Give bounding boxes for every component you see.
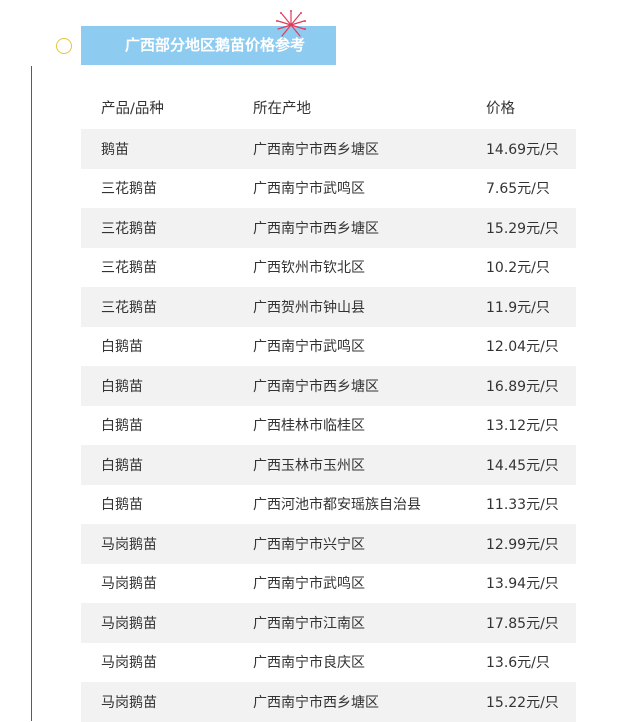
cell-product: 马岗鹅苗 [101,536,157,553]
cell-origin: 广西河池市都安瑶族自治县 [253,497,421,514]
table-row: 白鹅苗 广西玉林市玉州区 14.45元/只 [81,445,576,485]
table-row: 白鹅苗 广西南宁市西乡塘区 16.89元/只 [81,366,576,406]
table-row: 马岗鹅苗 广西南宁市兴宁区 12.99元/只 [81,524,576,564]
cell-origin: 广西南宁市西乡塘区 [253,141,379,158]
cell-price: 15.29元/只 [486,220,559,237]
cell-price: 14.69元/只 [486,141,559,158]
table-row: 鹅苗 广西南宁市西乡塘区 14.69元/只 [81,129,576,169]
cell-product: 马岗鹅苗 [101,694,157,711]
cell-origin: 广西南宁市西乡塘区 [253,220,379,237]
price-table: 产品/品种 所在产地 价格 鹅苗 广西南宁市西乡塘区 14.69元/只 三花鹅苗… [81,86,576,722]
cell-origin: 广西南宁市西乡塘区 [253,378,379,395]
cell-product: 白鹅苗 [101,339,143,356]
table-row: 马岗鹅苗 广西南宁市江南区 17.85元/只 [81,603,576,643]
column-header-origin: 所在产地 [253,101,311,117]
cell-price: 14.45元/只 [486,457,559,474]
cell-origin: 广西南宁市兴宁区 [253,536,365,553]
cell-product: 三花鹅苗 [101,220,157,237]
cell-price: 13.6元/只 [486,655,550,672]
table-row: 白鹅苗 广西南宁市武鸣区 12.04元/只 [81,327,576,367]
table-row: 白鹅苗 广西河池市都安瑶族自治县 11.33元/只 [81,485,576,525]
cell-origin: 广西南宁市西乡塘区 [253,694,379,711]
cell-origin: 广西钦州市钦北区 [253,260,365,277]
table-row: 马岗鹅苗 广西南宁市良庆区 13.6元/只 [81,643,576,683]
cell-product: 白鹅苗 [101,378,143,395]
table-row: 三花鹅苗 广西钦州市钦北区 10.2元/只 [81,248,576,288]
table-row: 三花鹅苗 广西贺州市钟山县 11.9元/只 [81,287,576,327]
cell-price: 16.89元/只 [486,378,559,395]
cell-product: 马岗鹅苗 [101,655,157,672]
table-row: 白鹅苗 广西桂林市临桂区 13.12元/只 [81,406,576,446]
cell-product: 三花鹅苗 [101,181,157,198]
cell-price: 12.99元/只 [486,536,559,553]
cell-price: 13.12元/只 [486,418,559,435]
table-row: 马岗鹅苗 广西南宁市武鸣区 13.94元/只 [81,564,576,604]
cell-product: 白鹅苗 [101,497,143,514]
cell-origin: 广西桂林市临桂区 [253,418,365,435]
cell-origin: 广西南宁市武鸣区 [253,576,365,593]
cell-price: 11.9元/只 [486,299,550,316]
cell-origin: 广西南宁市武鸣区 [253,339,365,356]
cell-origin: 广西玉林市玉州区 [253,457,365,474]
cell-product: 三花鹅苗 [101,260,157,277]
cell-product: 马岗鹅苗 [101,576,157,593]
cell-product: 白鹅苗 [101,418,143,435]
cell-price: 12.04元/只 [486,339,559,356]
cell-product: 鹅苗 [101,141,129,158]
table-row: 三花鹅苗 广西南宁市西乡塘区 15.29元/只 [81,208,576,248]
cell-origin: 广西南宁市江南区 [253,615,365,632]
left-vertical-rule [31,66,32,721]
cell-price: 13.94元/只 [486,576,559,593]
cell-price: 7.65元/只 [486,181,550,198]
table-header-row: 产品/品种 所在产地 价格 [81,86,576,129]
circle-icon [56,38,72,54]
cell-price: 17.85元/只 [486,615,559,632]
cell-price: 11.33元/只 [486,497,559,514]
cell-product: 马岗鹅苗 [101,615,157,632]
firework-icon [276,10,306,37]
column-header-price: 价格 [486,101,515,117]
cell-price: 10.2元/只 [486,260,550,277]
cell-price: 15.22元/只 [486,694,559,711]
column-header-product: 产品/品种 [101,101,164,117]
cell-origin: 广西贺州市钟山县 [253,299,365,316]
cell-origin: 广西南宁市良庆区 [253,655,365,672]
cell-origin: 广西南宁市武鸣区 [253,181,365,198]
cell-product: 三花鹅苗 [101,299,157,316]
table-row: 马岗鹅苗 广西南宁市西乡塘区 15.22元/只 [81,682,576,722]
table-row: 三花鹅苗 广西南宁市武鸣区 7.65元/只 [81,169,576,209]
cell-product: 白鹅苗 [101,457,143,474]
